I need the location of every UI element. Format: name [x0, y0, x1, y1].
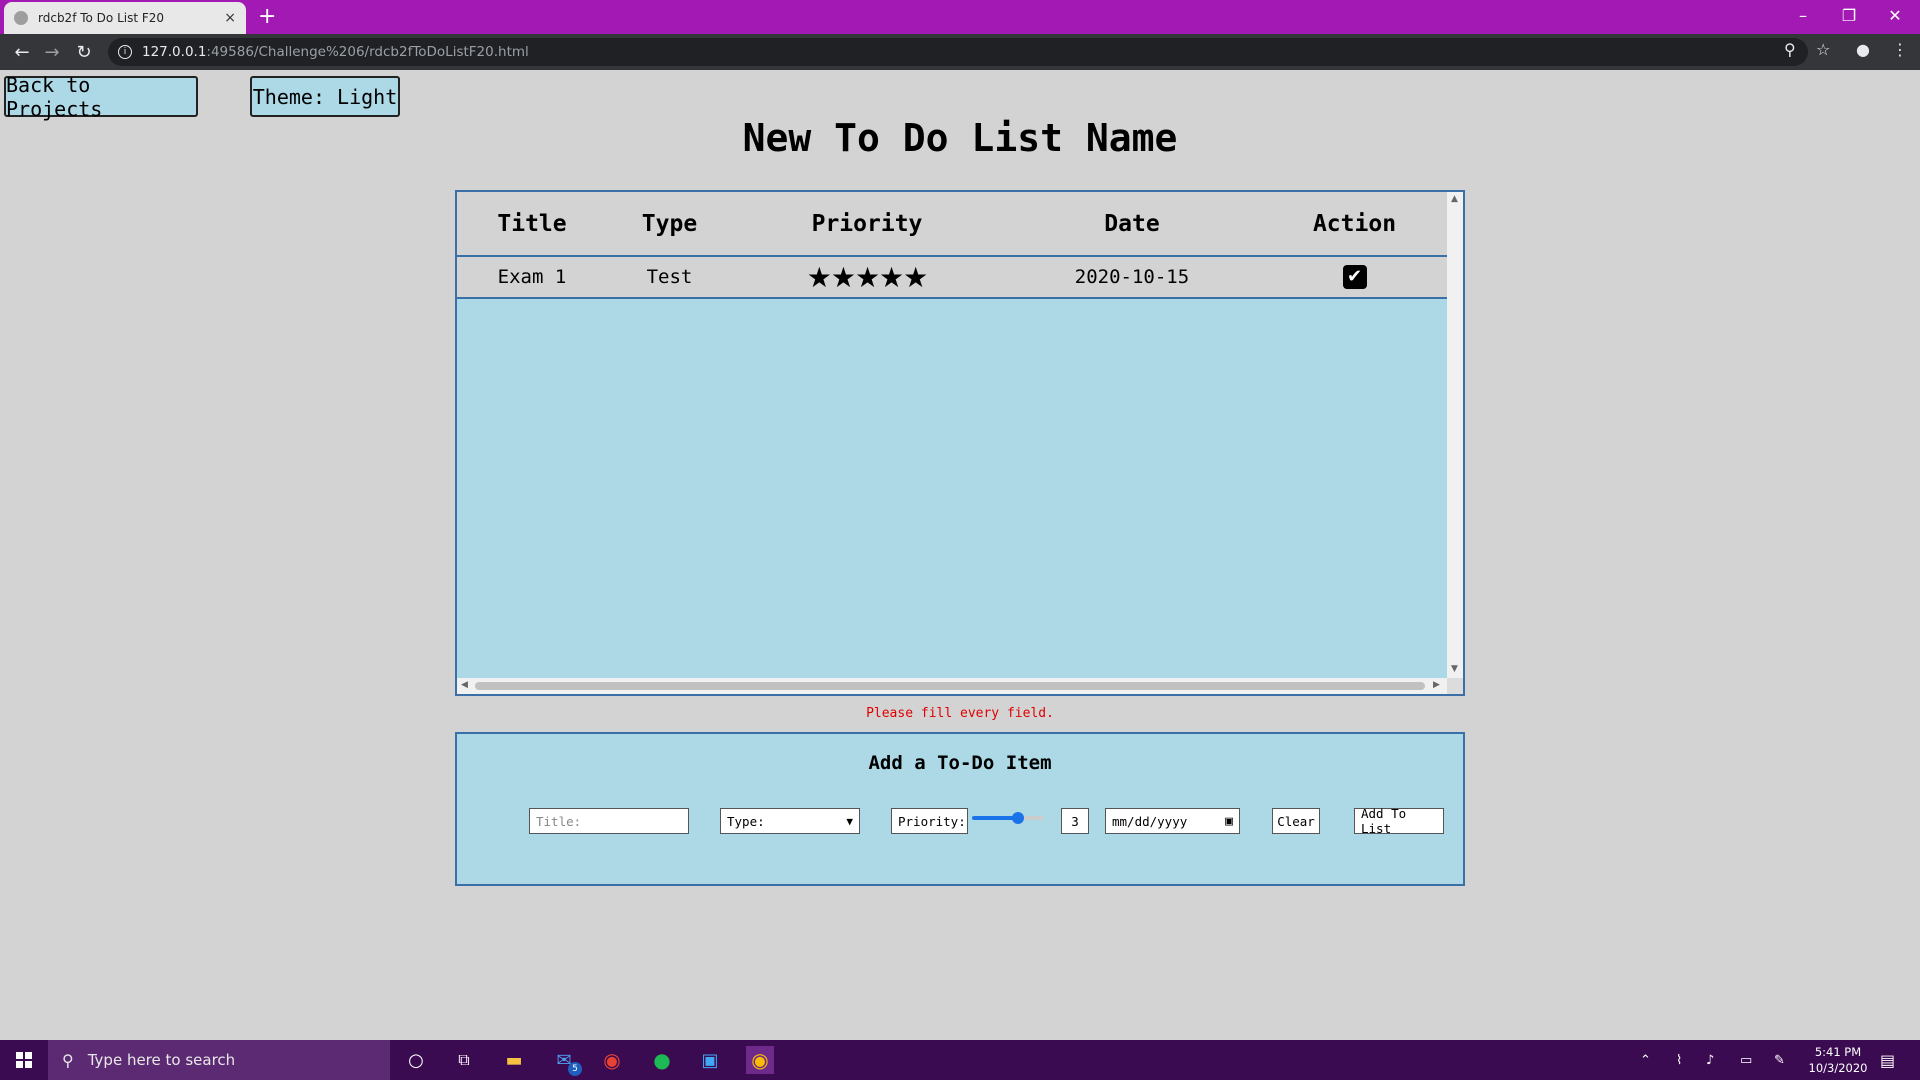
priority-stars-icon: ★★★★★ [806, 260, 929, 294]
cell-priority: ★★★★★ [732, 256, 1002, 299]
cell-type: Test [607, 256, 732, 299]
profile-icon[interactable]: ● [1856, 40, 1870, 59]
column-header-date: Date [1002, 192, 1262, 257]
bookmark-star-icon[interactable]: ☆ [1816, 40, 1830, 59]
windows-taskbar: ⚲ Type here to search ○ ⧉ ▬ ✉ 5 ◉ ● ▣ ◉ … [0, 1040, 1920, 1080]
todo-table-container: Title Type Priority Date Action Exam 1 T… [455, 190, 1465, 696]
error-message: Please fill every field. [866, 706, 1054, 721]
editor-app-icon[interactable]: ▣ [696, 1046, 724, 1074]
menu-kebab-icon[interactable]: ⋮ [1892, 40, 1908, 59]
priority-number-input[interactable]: 3 [1061, 808, 1089, 834]
taskbar-clock[interactable]: 5:41 PM 10/3/2020 [1800, 1044, 1876, 1076]
notifications-icon[interactable]: ▤ [1880, 1040, 1895, 1080]
horizontal-scrollbar[interactable]: ◀ ▶ [457, 678, 1447, 694]
scroll-right-icon[interactable]: ▶ [1433, 680, 1440, 690]
add-item-panel: Add a To-Do Item Title: Type: ▼ Priority:… [455, 732, 1465, 886]
window-close-button[interactable]: ✕ [1872, 0, 1918, 30]
globe-icon [14, 11, 28, 25]
column-header-type: Type [607, 192, 732, 257]
cell-date: 2020-10-15 [1002, 256, 1262, 299]
battery-icon[interactable]: ▭ [1740, 1040, 1752, 1080]
back-to-projects-button[interactable]: Back to Projects [4, 73, 198, 121]
back-arrow-icon[interactable]: ← [10, 40, 34, 64]
forward-arrow-icon[interactable]: → [40, 40, 64, 64]
priority-slider-knob[interactable] [1012, 812, 1024, 824]
pen-icon[interactable]: ✎ [1774, 1040, 1785, 1080]
scroll-up-icon[interactable]: ▲ [1451, 194, 1458, 204]
type-select[interactable]: Type: ▼ [720, 808, 860, 834]
chevron-down-icon: ▼ [846, 814, 853, 828]
new-tab-button[interactable]: + [258, 4, 276, 30]
table-row: Exam 1 Test ★★★★★ 2020-10-15 ✔ [457, 256, 1447, 299]
theme-toggle-button[interactable]: Theme: Light [250, 76, 400, 117]
browser-tab[interactable]: rdcb2f To Do List F20 × [4, 2, 246, 34]
minimize-button[interactable]: – [1780, 0, 1826, 30]
horizontal-scroll-thumb[interactable] [475, 682, 1425, 690]
address-bar[interactable]: i 127.0.0.1:49586/Challenge%206/rdcb2fTo… [108, 38, 1808, 66]
column-header-title: Title [457, 192, 607, 257]
windows-logo-icon [16, 1052, 32, 1068]
tab-close-icon[interactable]: × [224, 10, 236, 26]
clock-date: 10/3/2020 [1808, 1061, 1868, 1075]
cell-title: Exam 1 [457, 256, 607, 299]
spotify-icon[interactable]: ● [648, 1046, 676, 1074]
tray-chevron-icon[interactable]: ⌃ [1640, 1040, 1651, 1080]
add-item-heading: Add a To-Do Item [868, 752, 1052, 774]
chrome-icon[interactable]: ◉ [598, 1046, 626, 1074]
clear-button[interactable]: Clear [1272, 808, 1320, 834]
chrome-active-icon[interactable]: ◉ [746, 1046, 774, 1074]
search-placeholder: Type here to search [87, 1051, 236, 1069]
date-input[interactable]: mm/dd/yyyy ▣ [1105, 808, 1240, 834]
reload-icon[interactable]: ↻ [72, 40, 96, 64]
priority-label: Priority: [891, 808, 968, 834]
page-title: New To Do List Name [742, 116, 1178, 160]
column-header-priority: Priority [732, 192, 1002, 257]
file-explorer-icon[interactable]: ▬ [500, 1046, 528, 1074]
done-checkbox[interactable]: ✔ [1342, 265, 1367, 289]
priority-slider-fill [972, 816, 1017, 820]
todo-table-scroll-area[interactable]: Title Type Priority Date Action Exam 1 T… [457, 192, 1447, 678]
scroll-down-icon[interactable]: ▼ [1451, 664, 1458, 674]
calendar-icon[interactable]: ▣ [1225, 814, 1233, 829]
todo-table: Title Type Priority Date Action Exam 1 T… [457, 192, 1447, 299]
start-button[interactable] [0, 1040, 48, 1080]
url-text: 127.0.0.1:49586/Challenge%206/rdcb2fToDo… [142, 44, 529, 60]
restore-button[interactable]: ❐ [1826, 0, 1872, 30]
info-icon[interactable]: i [118, 45, 132, 59]
mail-badge: 5 [568, 1062, 582, 1076]
clock-time: 5:41 PM [1814, 1045, 1862, 1059]
volume-icon[interactable]: ♪ [1706, 1040, 1714, 1080]
add-to-list-button[interactable]: Add To List [1354, 806, 1444, 836]
cortana-icon[interactable]: ○ [402, 1046, 430, 1074]
taskbar-search-box[interactable]: ⚲ Type here to search [48, 1040, 390, 1080]
scroll-left-icon[interactable]: ◀ [461, 680, 468, 690]
network-icon[interactable]: ⌇ [1676, 1040, 1682, 1080]
tab-title: rdcb2f To Do List F20 [38, 11, 165, 25]
browser-tab-bar: rdcb2f To Do List F20 × + – ❐ ✕ [0, 0, 1920, 34]
column-header-action: Action [1262, 192, 1447, 257]
search-icon: ⚲ [62, 1050, 74, 1070]
task-view-icon[interactable]: ⧉ [450, 1046, 478, 1074]
priority-slider[interactable] [972, 812, 1044, 824]
cell-action: ✔ [1262, 256, 1447, 299]
zoom-icon[interactable]: ⚲ [1784, 40, 1796, 59]
scrollbar-corner [1447, 678, 1463, 694]
browser-toolbar: ← → ↻ i 127.0.0.1:49586/Challenge%206/rd… [0, 34, 1920, 70]
title-input[interactable]: Title: [529, 808, 689, 834]
vertical-scrollbar[interactable]: ▲ ▼ [1447, 192, 1463, 678]
